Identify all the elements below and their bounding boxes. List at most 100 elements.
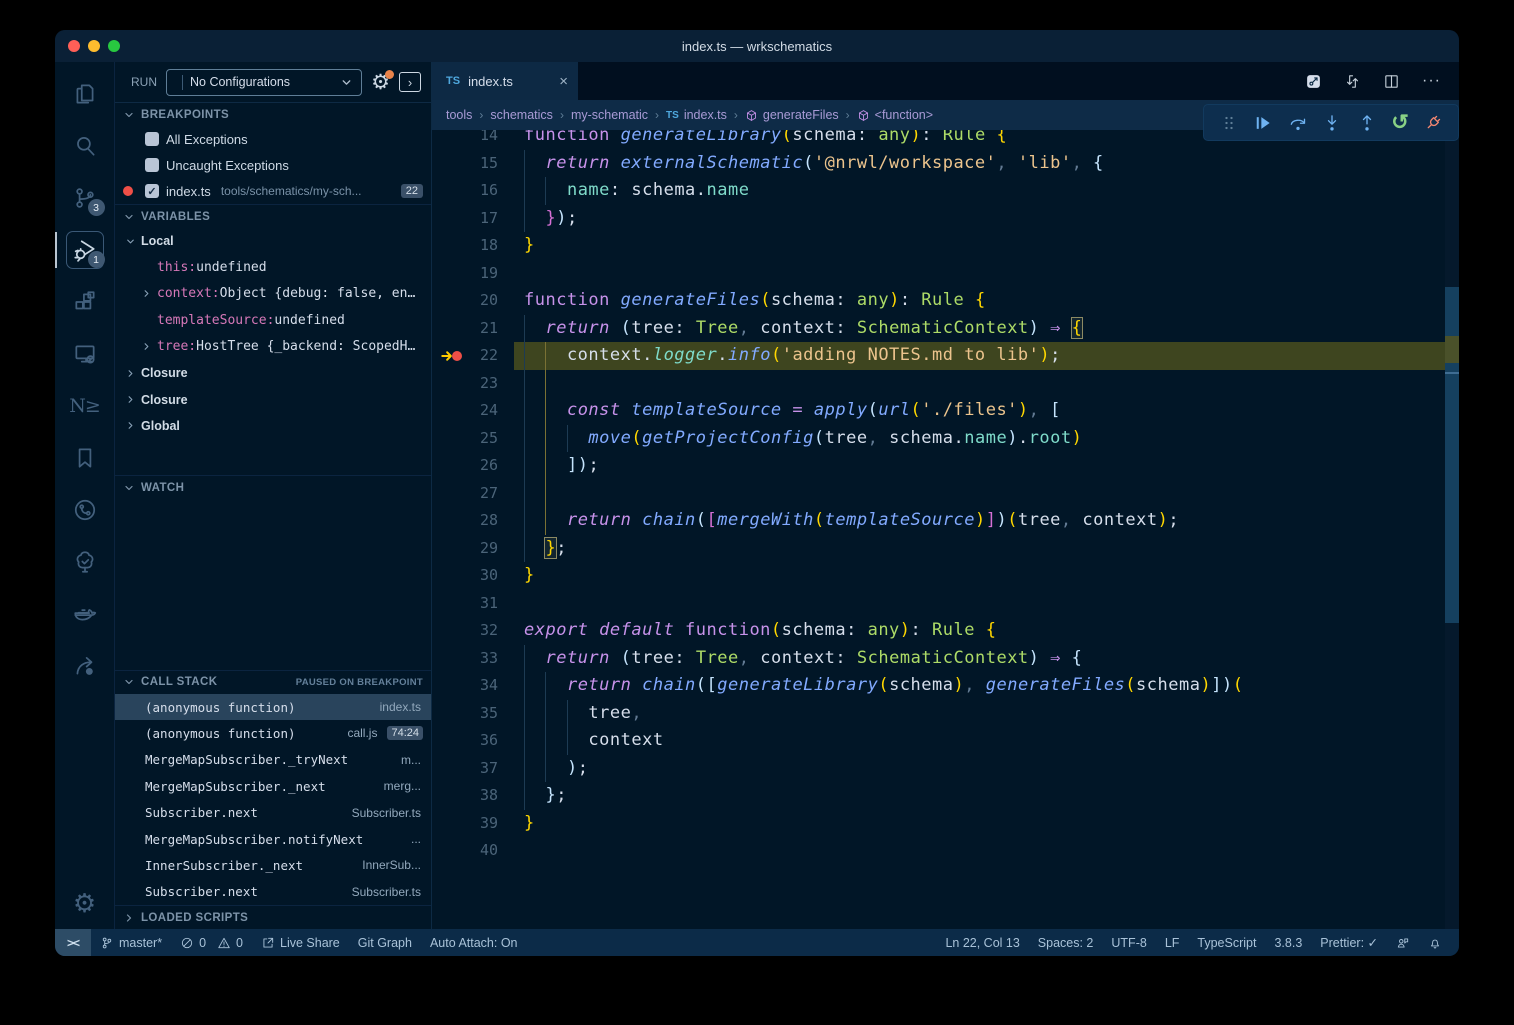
activity-bar-item-manage[interactable]: ⚙ — [55, 877, 115, 929]
status-cursor-position[interactable]: Ln 22, Col 13 — [936, 936, 1028, 950]
disconnect-icon[interactable] — [1423, 113, 1443, 133]
activity-bar-item-git-graph-view[interactable] — [55, 484, 115, 536]
configure-gear-button[interactable]: ⚙ — [371, 72, 390, 93]
code-line[interactable]: 37 ); — [432, 755, 1445, 783]
code-line[interactable]: 25 move(getProjectConfig(tree, schema.na… — [432, 425, 1445, 453]
code-line[interactable]: 34 return chain([generateLibrary(schema)… — [432, 672, 1445, 700]
code-editor[interactable]: 14function generateLibrary(schema: any):… — [432, 130, 1459, 929]
code-line[interactable]: 22 context.logger.info('adding NOTES.md … — [432, 342, 1445, 370]
status-language-mode[interactable]: TypeScript — [1188, 936, 1265, 950]
breakpoint-row[interactable]: All Exceptions — [115, 126, 431, 152]
step-out-icon[interactable] — [1357, 113, 1377, 133]
code-line[interactable]: 26 ]); — [432, 452, 1445, 480]
call-stack-frame[interactable]: (anonymous function)index.ts — [115, 694, 431, 720]
breakpoint-checkbox[interactable]: ✓ — [145, 184, 159, 198]
more-actions-icon[interactable]: ··· — [1422, 72, 1441, 90]
variables-scope-row[interactable]: Global — [115, 413, 431, 439]
editor-scrollbar[interactable] — [1445, 130, 1459, 929]
activity-bar-item-nx-console[interactable]: N≥ — [55, 380, 115, 432]
call-stack-frame[interactable]: MergeMapSubscriber._nextmerg... — [115, 773, 431, 799]
code-line[interactable]: 31 — [432, 590, 1445, 618]
code-line[interactable]: 40 — [432, 837, 1445, 865]
activity-bar-item-search[interactable] — [55, 120, 115, 172]
breakpoint-row[interactable]: ✓index.tstools/schematics/my-sch...22 — [115, 178, 431, 204]
breadcrumb-item[interactable]: generateFiles — [745, 108, 839, 122]
chevron-right-icon[interactable] — [125, 420, 136, 431]
status-encoding[interactable]: UTF-8 — [1102, 936, 1155, 950]
status-git-branch[interactable]: master* — [91, 929, 171, 956]
status-feedback[interactable] — [1387, 936, 1419, 950]
call-stack-section-header[interactable]: CALL STACK PAUSED ON BREAKPOINT — [115, 670, 431, 694]
variable-row[interactable]: templateSource: undefined — [115, 307, 431, 333]
code-line[interactable]: 29 }; — [432, 535, 1445, 563]
status-notifications[interactable] — [1419, 936, 1451, 950]
breadcrumb-item[interactable]: tools — [446, 108, 472, 122]
status-prettier[interactable]: Prettier: ✓ — [1311, 935, 1387, 950]
breadcrumb-item[interactable]: <function> — [857, 108, 933, 122]
open-changes-icon[interactable] — [1305, 73, 1322, 90]
code-line[interactable]: 23 — [432, 370, 1445, 398]
chevron-right-icon[interactable] — [141, 341, 152, 352]
breakpoints-section-header[interactable]: BREAKPOINTS — [115, 102, 431, 126]
code-line[interactable]: 16 name: schema.name — [432, 177, 1445, 205]
call-stack-frame[interactable]: Subscriber.nextSubscriber.ts — [115, 879, 431, 905]
code-line[interactable]: 17 }); — [432, 205, 1445, 233]
remote-indicator[interactable]: >< — [55, 929, 91, 956]
code-line[interactable]: 18} — [432, 232, 1445, 260]
continue-icon[interactable] — [1253, 113, 1273, 133]
watch-section-header[interactable]: WATCH — [115, 475, 431, 499]
variable-row[interactable]: this: undefined — [115, 254, 431, 280]
activity-bar-item-live-share[interactable] — [55, 640, 115, 692]
breadcrumb-item[interactable]: schematics — [490, 108, 553, 122]
breakpoint-checkbox[interactable] — [145, 132, 159, 146]
call-stack-frame[interactable]: Subscriber.nextSubscriber.ts — [115, 799, 431, 825]
launch-configuration-dropdown[interactable]: No Configurations — [166, 69, 362, 96]
code-line[interactable]: 21 return (tree: Tree, context: Schemati… — [432, 315, 1445, 343]
call-stack-frame[interactable]: MergeMapSubscriber._tryNextm... — [115, 747, 431, 773]
breadcrumb-item[interactable]: my-schematic — [571, 108, 648, 122]
loaded-scripts-section-header[interactable]: LOADED SCRIPTS — [115, 905, 431, 929]
activity-bar-item-source-control[interactable]: 3 — [55, 172, 115, 224]
code-line[interactable]: 20function generateFiles(schema: any): R… — [432, 287, 1445, 315]
activity-bar-item-docker[interactable] — [55, 588, 115, 640]
activity-bar-item-explorer[interactable] — [55, 68, 115, 120]
code-line[interactable]: 28 return chain([mergeWith(templateSourc… — [432, 507, 1445, 535]
tab-index-ts[interactable]: TS index.ts × — [432, 62, 578, 100]
status-ts-version[interactable]: 3.8.3 — [1265, 936, 1311, 950]
status-eol[interactable]: LF — [1156, 936, 1189, 950]
code-line[interactable]: 30} — [432, 562, 1445, 590]
breakpoint-row[interactable]: Uncaught Exceptions — [115, 152, 431, 178]
close-tab-icon[interactable]: × — [559, 73, 568, 90]
call-stack-frame[interactable]: (anonymous function)call.js74:24 — [115, 720, 431, 746]
call-stack-frame[interactable]: MergeMapSubscriber.notifyNext... — [115, 826, 431, 852]
activity-bar-item-remote-explorer[interactable] — [55, 328, 115, 380]
status-auto-attach[interactable]: Auto Attach: On — [421, 929, 527, 956]
variable-row[interactable]: tree: HostTree {_backend: ScopedH… — [115, 334, 431, 360]
variables-section-header[interactable]: VARIABLES — [115, 204, 431, 228]
activity-bar-item-run-and-debug[interactable]: 1 — [55, 224, 115, 276]
chevron-right-icon[interactable] — [125, 368, 136, 379]
debug-console-button[interactable]: › — [399, 72, 421, 92]
restart-icon[interactable]: ↺ — [1391, 112, 1409, 133]
chevron-right-icon[interactable] — [141, 288, 152, 299]
split-editor-icon[interactable] — [1383, 73, 1400, 90]
step-over-icon[interactable] — [1288, 113, 1308, 133]
variables-scope-row[interactable]: Closure — [115, 386, 431, 412]
status-problems[interactable]: 00 — [171, 929, 252, 956]
breadcrumb-item[interactable]: TSindex.ts — [666, 108, 727, 122]
chevron-down-icon[interactable] — [125, 236, 136, 247]
chevron-right-icon[interactable] — [125, 394, 136, 405]
variables-scope-row[interactable]: Closure — [115, 360, 431, 386]
status-live-share[interactable]: Live Share — [252, 929, 349, 956]
call-stack-frame[interactable]: InnerSubscriber._nextInnerSub... — [115, 852, 431, 878]
code-line[interactable]: 24 const templateSource = apply(url('./f… — [432, 397, 1445, 425]
code-line[interactable]: 15 return externalSchematic('@nrwl/works… — [432, 150, 1445, 178]
code-line[interactable]: 33 return (tree: Tree, context: Schemati… — [432, 645, 1445, 673]
code-line[interactable]: 35 tree, — [432, 700, 1445, 728]
activity-bar-item-bookmarks[interactable] — [55, 432, 115, 484]
code-line[interactable]: 38 }; — [432, 782, 1445, 810]
variables-scope-row[interactable]: Local — [115, 228, 431, 254]
code-line[interactable]: 39} — [432, 810, 1445, 838]
status-git-graph[interactable]: Git Graph — [349, 929, 421, 956]
activity-bar-item-extensions[interactable] — [55, 276, 115, 328]
